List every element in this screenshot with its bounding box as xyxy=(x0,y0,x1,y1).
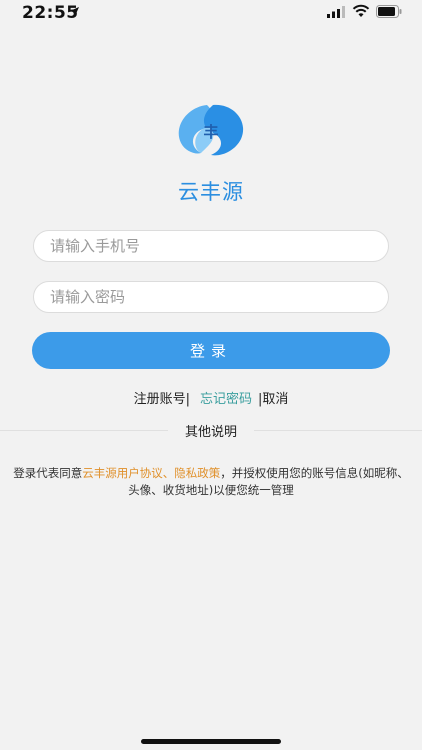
wifi-icon xyxy=(352,4,370,17)
status-bar: 22:55 xyxy=(0,0,422,26)
login-button[interactable]: 登录 xyxy=(32,332,390,369)
password-input[interactable] xyxy=(33,281,389,313)
home-indicator[interactable] xyxy=(141,739,281,744)
cancel-link[interactable]: |取消 xyxy=(258,388,288,407)
agreement-text: 登录代表同意云丰源用户协议、隐私政策，并授权使用您的账号信息(如昵称、头像、收货… xyxy=(10,465,412,499)
agreement-prefix: 登录代表同意 xyxy=(13,466,83,480)
cellular-signal-icon xyxy=(327,6,345,18)
location-arrow-icon xyxy=(71,7,79,15)
forgot-password-link[interactable]: 忘记密码 xyxy=(200,388,252,407)
app-name: 云丰源 xyxy=(178,180,244,204)
register-link[interactable]: 注册账号| xyxy=(134,388,190,407)
account-links: 注册账号| 忘记密码 |取消 xyxy=(0,388,422,407)
app-logo: 丰 xyxy=(178,104,244,156)
agreement-policy-link[interactable]: 云丰源用户协议、隐私政策 xyxy=(82,466,220,480)
logo-text: 丰 xyxy=(203,123,218,141)
battery-icon xyxy=(376,5,402,18)
phone-input[interactable] xyxy=(33,230,389,262)
other-notes-label: 其他说明 xyxy=(168,421,254,440)
